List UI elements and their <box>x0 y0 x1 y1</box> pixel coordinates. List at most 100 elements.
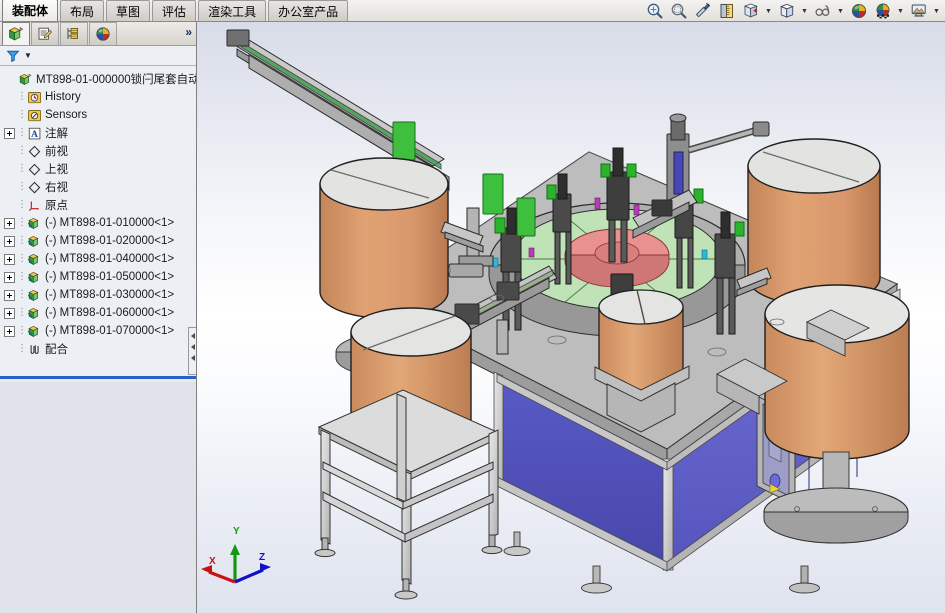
tree-item-label: (-) MT898-01-030000<1> <box>45 289 175 301</box>
zoom-to-fit-icon[interactable] <box>644 1 665 21</box>
tree-item-label: 注解 <box>45 128 68 140</box>
expand-toggle[interactable] <box>4 289 15 301</box>
tab-office-products[interactable]: 办公室产品 <box>268 0 349 21</box>
apply-scene-icon[interactable] <box>872 1 893 21</box>
history-icon <box>26 89 42 105</box>
plane-icon <box>26 161 42 177</box>
tree-item-front-plane[interactable]: ⋮ 前视 <box>4 142 196 160</box>
component-icon <box>26 215 42 231</box>
hide-show-items-icon[interactable] <box>812 1 833 21</box>
svg-text:A: A <box>31 130 38 140</box>
component-icon <box>26 233 42 249</box>
tree-connector: ⋮ <box>17 109 27 120</box>
tree-item-component-060000[interactable]: ⋮ (-) MT898-01-060000<1> <box>4 304 196 322</box>
display-style-caret-icon[interactable]: ▼ <box>800 1 809 21</box>
plane-icon <box>26 143 42 159</box>
tree-item-component-070000[interactable]: ⋮ (-) MT898-01-070000<1> <box>4 322 196 340</box>
tree-item-label: MT898-01-000000锁闩尾套自动 <box>36 74 196 86</box>
component-icon <box>26 305 42 321</box>
apply-scene-caret-icon[interactable]: ▼ <box>896 1 905 21</box>
tree-item-mates[interactable]: ⋮ 配合 <box>4 340 196 358</box>
expand-toggle[interactable] <box>4 127 15 139</box>
tree-scroll-nub[interactable] <box>188 327 196 375</box>
tab-render-tools[interactable]: 渲染工具 <box>198 0 267 21</box>
feature-manager-overflow-button[interactable]: » <box>185 25 192 39</box>
tree-connector: ⋮ <box>17 127 27 138</box>
tab-sketch[interactable]: 草图 <box>106 0 151 21</box>
tree-item-label: 原点 <box>45 200 68 212</box>
display-manager-tab[interactable] <box>89 22 117 45</box>
view-toolbar: ▼ ▼ ▼ ▼ ▼ <box>644 0 941 22</box>
tab-layout[interactable]: 布局 <box>60 0 105 21</box>
expand-toggle[interactable] <box>4 325 15 337</box>
tree-item-component-050000[interactable]: ⋮ (-) MT898-01-050000<1> <box>4 268 196 286</box>
sensors-icon <box>26 107 42 123</box>
feature-manager-empty-area <box>0 382 196 613</box>
feature-manager-tab[interactable] <box>2 22 30 45</box>
triad-y-label: Y <box>233 526 240 537</box>
configuration-manager-tab[interactable] <box>60 22 88 45</box>
feature-tree[interactable]: MT898-01-000000锁闩尾套自动 ⋮ History ⋮ Sensor… <box>0 66 196 379</box>
tab-assembly[interactable]: 装配体 <box>2 0 59 21</box>
expand-toggle[interactable] <box>4 217 15 229</box>
tree-item-label: Sensors <box>45 109 88 121</box>
tree-item-label: 上视 <box>45 164 68 176</box>
property-manager-tab[interactable] <box>31 22 59 45</box>
tree-item-label: (-) MT898-01-060000<1> <box>45 307 175 319</box>
component-icon <box>26 269 42 285</box>
tree-item-root-assembly[interactable]: MT898-01-000000锁闩尾套自动 <box>4 70 196 88</box>
hide-show-items-caret-icon[interactable]: ▼ <box>836 1 845 21</box>
feature-manager-filter-bar[interactable]: ▼ <box>0 46 196 66</box>
edit-appearance-icon[interactable] <box>848 1 869 21</box>
tree-connector: ⋮ <box>17 163 27 174</box>
tree-item-label: (-) MT898-01-050000<1> <box>45 271 175 283</box>
solidworks-window: 装配体 布局 草图 评估 渲染工具 办公室产品 ▼ ▼ ▼ ▼ ▼ » ▼ MT… <box>0 0 945 613</box>
section-view-icon[interactable] <box>692 1 713 21</box>
component-icon <box>26 323 42 339</box>
feature-manager-panel: » ▼ MT898-01-000000锁闩尾套自动 ⋮ History ⋮ Se… <box>0 22 197 613</box>
tree-item-component-030000[interactable]: ⋮ (-) MT898-01-030000<1> <box>4 286 196 304</box>
tree-item-label: 前视 <box>45 146 68 158</box>
feature-manager-tab-strip: » <box>0 22 196 46</box>
expand-toggle[interactable] <box>4 253 15 265</box>
mates-icon <box>26 341 42 357</box>
tree-connector: ⋮ <box>17 217 27 228</box>
tree-item-history[interactable]: ⋮ History <box>4 88 196 106</box>
tree-item-component-020000[interactable]: ⋮ (-) MT898-01-020000<1> <box>4 232 196 250</box>
display-style-icon[interactable] <box>776 1 797 21</box>
tree-connector: ⋮ <box>17 235 27 246</box>
measure-icon[interactable] <box>716 1 737 21</box>
assembly-icon <box>17 71 33 87</box>
tab-evaluate[interactable]: 评估 <box>152 0 197 21</box>
expand-toggle[interactable] <box>4 307 15 319</box>
tree-item-label: History <box>45 91 81 103</box>
view-settings-caret-icon[interactable]: ▼ <box>932 1 941 21</box>
view-orientation-caret-icon[interactable]: ▼ <box>764 1 773 21</box>
view-orientation-icon[interactable] <box>740 1 761 21</box>
triad-z-label: Z <box>259 552 266 563</box>
tree-item-label: 配合 <box>45 344 68 356</box>
tree-item-origin[interactable]: ⋮ 原点 <box>4 196 196 214</box>
tree-item-sensors[interactable]: ⋮ Sensors <box>4 106 196 124</box>
rollback-bar[interactable] <box>0 376 196 379</box>
command-manager-tab-bar: 装配体 布局 草图 评估 渲染工具 办公室产品 ▼ ▼ ▼ ▼ ▼ <box>0 0 945 22</box>
zoom-to-area-icon[interactable] <box>668 1 689 21</box>
tree-item-component-010000[interactable]: ⋮ (-) MT898-01-010000<1> <box>4 214 196 232</box>
tree-item-right-plane[interactable]: ⋮ 右视 <box>4 178 196 196</box>
graphics-viewport[interactable]: X Y Z <box>197 22 945 613</box>
tree-connector: ⋮ <box>17 307 27 318</box>
triad-x-label: X <box>209 556 216 567</box>
tree-item-component-040000[interactable]: ⋮ (-) MT898-01-040000<1> <box>4 250 196 268</box>
tree-connector: ⋮ <box>17 145 27 156</box>
tree-connector: ⋮ <box>17 253 27 264</box>
filter-caret-icon[interactable]: ▼ <box>24 51 32 60</box>
view-settings-icon[interactable] <box>908 1 929 21</box>
plane-icon <box>26 179 42 195</box>
expand-toggle[interactable] <box>4 271 15 283</box>
expand-toggle[interactable] <box>4 235 15 247</box>
component-icon <box>26 251 42 267</box>
tree-item-label: (-) MT898-01-040000<1> <box>45 253 175 265</box>
tree-item-annotations[interactable]: ⋮ A 注解 <box>4 124 196 142</box>
cad-model-view <box>201 29 910 600</box>
tree-item-top-plane[interactable]: ⋮ 上视 <box>4 160 196 178</box>
